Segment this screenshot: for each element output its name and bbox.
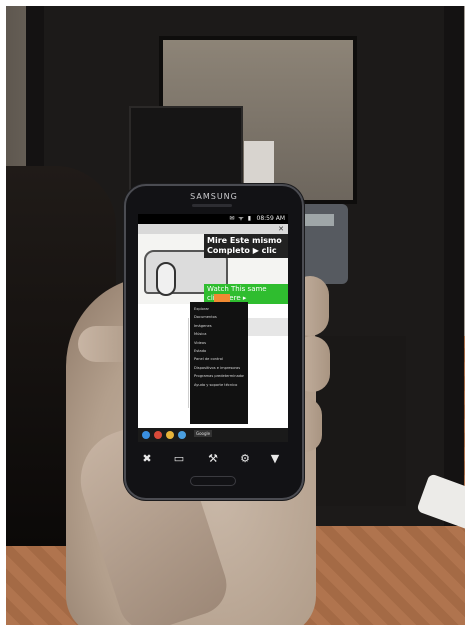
status-bar: ✉ ᯤ ▮ 08:59 AM: [138, 214, 288, 224]
phone-screen: ✉ ᯤ ▮ 08:59 AM ✕ Mire Este mismo Complet…: [138, 214, 288, 442]
desk-phone-display: [300, 214, 334, 226]
app-icon[interactable]: [178, 431, 186, 439]
phone-brand: SAMSUNG: [190, 192, 238, 201]
wrench-icon[interactable]: ⚒: [206, 452, 220, 466]
promo-dark-line1: Mire Este mismo: [207, 236, 282, 245]
menu-item[interactable]: Programas predeterminados: [194, 372, 244, 380]
phone-nav-bar: ✖ ▭ ⚒ ⚙ ▼: [126, 448, 302, 472]
menu-item[interactable]: Música: [194, 330, 244, 338]
home-button[interactable]: [190, 476, 236, 486]
down-arrow-icon[interactable]: ▼: [268, 452, 282, 466]
promo-dark-line2: Completo ▶ clic: [207, 246, 277, 255]
promo-dark[interactable]: Mire Este mismo Completo ▶ clic: [204, 234, 288, 258]
orange-tag: [214, 294, 230, 302]
app-bar: ✕: [138, 224, 288, 234]
taskbar-label[interactable]: Google: [194, 430, 213, 437]
status-icons: ✉ ᯤ ▮: [229, 215, 252, 222]
close-icon[interactable]: ✕: [278, 224, 284, 234]
chrome-icon[interactable]: [154, 431, 162, 439]
start-menu: Explorar Documentos Imágenes Música Vide…: [190, 302, 248, 424]
menu-item[interactable]: Documentos: [194, 313, 244, 321]
menu-item[interactable]: Ayuda y soporte técnico: [194, 381, 244, 389]
photo-frame: SAMSUNG ✉ ᯤ ▮ 08:59 AM ✕ Mire Este mismo…: [6, 6, 465, 625]
smartphone: SAMSUNG ✉ ᯤ ▮ 08:59 AM ✕ Mire Este mismo…: [124, 184, 304, 500]
app-icon[interactable]: [166, 431, 174, 439]
right-panel: [248, 318, 288, 336]
keyboard-icon[interactable]: ▭: [172, 452, 186, 466]
menu-item[interactable]: Explorar: [194, 305, 244, 313]
promo-green-line1: Watch This same: [207, 285, 267, 293]
ad-banner[interactable]: Mire Este mismo Completo ▶ clic Watch Th…: [138, 234, 288, 304]
menu-item[interactable]: Dispositivos e impresoras: [194, 364, 244, 372]
gear-icon[interactable]: ⚙: [238, 452, 252, 466]
menu-item[interactable]: Imágenes: [194, 322, 244, 330]
menu-item[interactable]: Panel de control: [194, 355, 244, 363]
start-icon[interactable]: [142, 431, 150, 439]
status-time: 08:59 AM: [256, 215, 285, 222]
tools-icon[interactable]: ✖: [140, 452, 154, 466]
earpiece-speaker: [192, 204, 232, 207]
menu-item[interactable]: Estado: [194, 347, 244, 355]
sofa-arm-graphic: [156, 262, 176, 296]
menu-item[interactable]: Videos: [194, 339, 244, 347]
left-panel: [138, 318, 189, 408]
taskbar: Google: [138, 428, 288, 442]
